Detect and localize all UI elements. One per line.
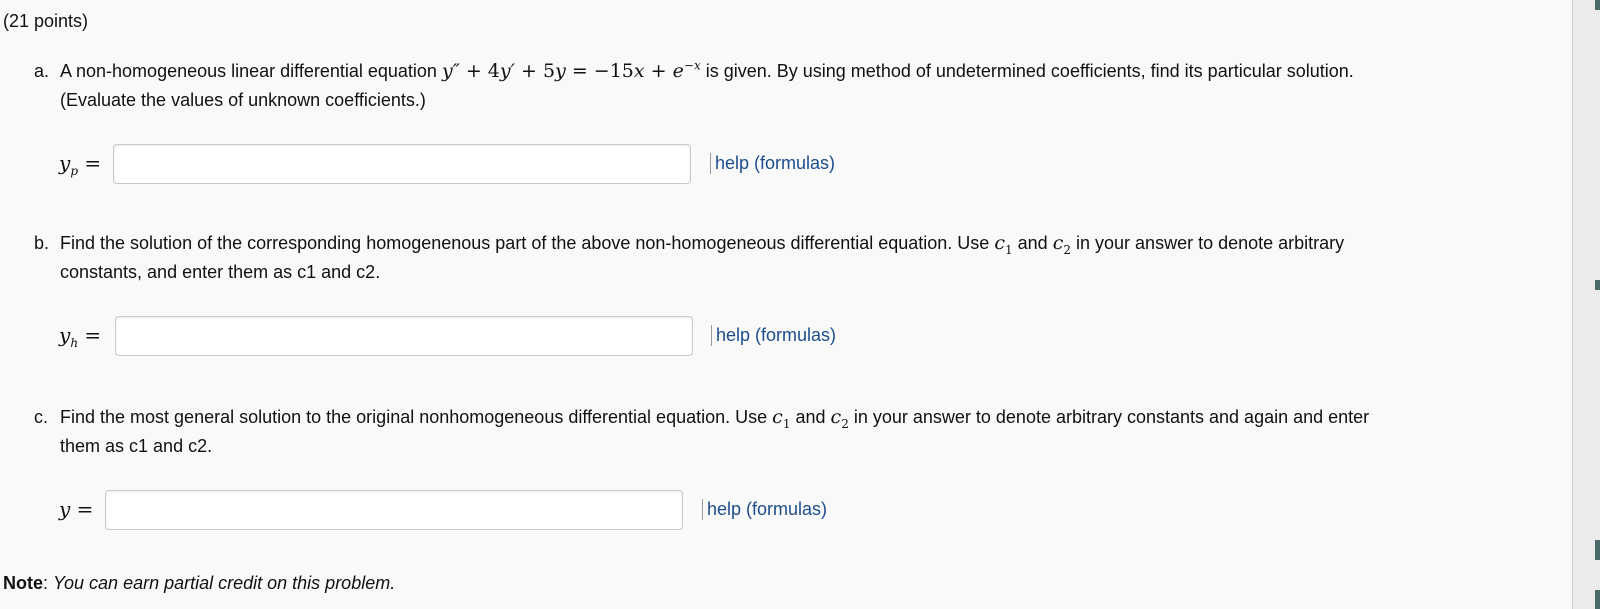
adjacent-window-edge <box>1572 0 1600 609</box>
note: Note: You can earn partial credit on thi… <box>3 573 396 593</box>
c2-symbol: c2 <box>1052 232 1071 257</box>
c2-symbol: c2 <box>830 406 849 431</box>
problem-page: (21 points) a. A non-homogeneous linear … <box>0 0 1572 609</box>
part-b-text: Find the solution of the corresponding h… <box>60 229 1540 287</box>
c1-symbol: c1 <box>772 406 791 431</box>
part-c-text-mid: and <box>795 407 826 427</box>
edge-mark <box>1595 590 1600 609</box>
part-c-text-line2: them as c1 and c2. <box>60 436 213 456</box>
part-a-letter: a. <box>34 61 50 81</box>
answer-row-b: yh = help (formulas) <box>59 316 859 358</box>
yp-input[interactable] <box>113 144 691 184</box>
part-b-letter: b. <box>34 233 50 253</box>
edge-mark <box>1595 0 1600 10</box>
help-formulas-link-a[interactable]: help (formulas) <box>710 153 835 174</box>
yp-label: yp = <box>59 151 102 178</box>
part-b-text-before: Find the solution of the corresponding h… <box>60 233 990 253</box>
answer-row-a: yp = help (formulas) <box>59 144 859 186</box>
help-formulas-link-c[interactable]: help (formulas) <box>702 499 827 520</box>
part-b-text-after: in your answer to denote arbitrary <box>1076 233 1345 253</box>
edge-mark <box>1595 540 1600 560</box>
part-c-letter: c. <box>34 407 49 427</box>
edge-mark <box>1595 280 1600 290</box>
c1-symbol: c1 <box>994 232 1013 257</box>
differential-equation: y″ + 4y′ + 5y = −15x + e−x <box>441 58 701 82</box>
part-a-text-after: is given. By using method of undetermine… <box>705 61 1354 81</box>
part-b-text-line2: constants, and enter them as c1 and c2. <box>60 262 381 282</box>
part-c-text-before: Find the most general solution to the or… <box>60 407 768 427</box>
y-label: y = <box>59 497 94 521</box>
answer-row-c: y = help (formulas) <box>59 490 859 532</box>
part-c-text: Find the most general solution to the or… <box>60 403 1540 461</box>
part-b-text-mid: and <box>1017 233 1048 253</box>
yh-input[interactable] <box>115 316 693 356</box>
help-formulas-link-b[interactable]: help (formulas) <box>711 325 836 346</box>
note-text: You can earn partial credit on this prob… <box>53 573 396 593</box>
note-label: Note <box>3 573 43 593</box>
part-a-text: A non-homogeneous linear differential eq… <box>60 57 1540 115</box>
part-a-text-line2: (Evaluate the values of unknown coeffici… <box>60 90 426 110</box>
points-label: (21 points) <box>3 11 89 31</box>
yh-label: yh = <box>59 323 102 350</box>
y-input[interactable] <box>105 490 683 530</box>
part-c-text-after: in your answer to denote arbitrary const… <box>853 407 1370 427</box>
part-a-text-before: A non-homogeneous linear differential eq… <box>60 61 437 81</box>
